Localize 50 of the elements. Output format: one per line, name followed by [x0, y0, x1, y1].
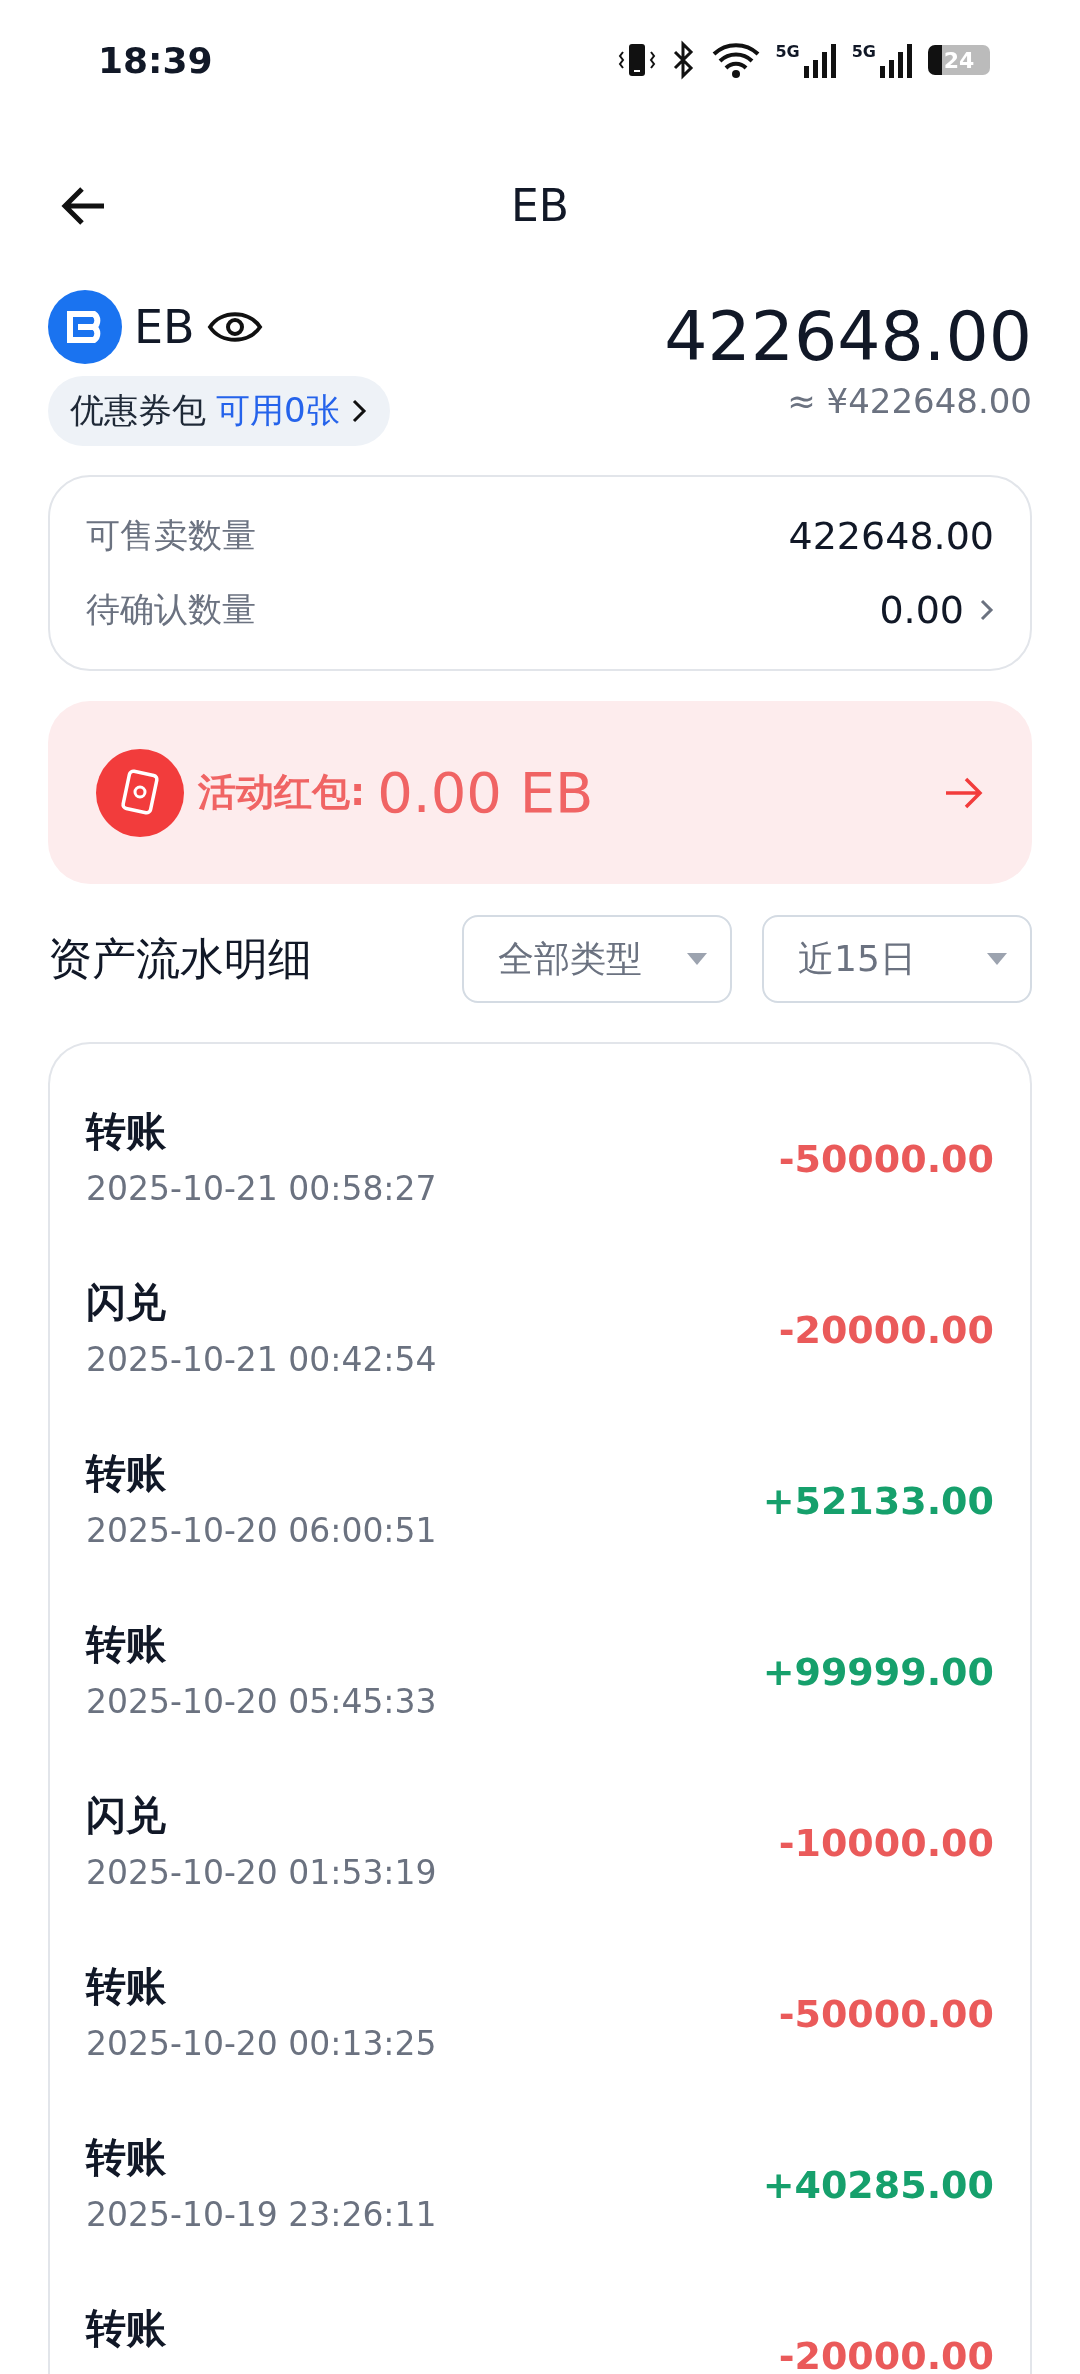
bonus-banner[interactable]: 活动红包: 0.00 EB — [48, 701, 1032, 884]
transaction-amount: -20000.00 — [778, 2333, 994, 2374]
transaction-time: 2025-10-19 23:26:11 — [86, 2194, 437, 2234]
transaction-type: 转账 — [86, 2132, 167, 2182]
quantity-value: 0.00 — [879, 588, 964, 632]
transaction-type: 闪兑 — [86, 1790, 167, 1840]
signal-icon — [878, 42, 914, 78]
transaction-amount: -10000.00 — [778, 1820, 994, 1865]
transaction-amount: -20000.00 — [778, 1307, 994, 1352]
bonus-amount: 0.00 EB — [377, 760, 595, 825]
transaction-amount: +99999.00 — [762, 1649, 994, 1694]
envelope-icon — [96, 748, 184, 837]
caret-down-icon — [686, 952, 708, 966]
coin-logo-icon — [48, 290, 122, 364]
battery-indicator: 24 — [928, 45, 990, 75]
status-time: 18:39 — [98, 39, 213, 81]
transaction-amount: +52133.00 — [762, 1478, 994, 1523]
wifi-icon — [711, 40, 762, 80]
transaction-time: 2025-10-21 00:58:27 — [86, 1168, 437, 1208]
coin-symbol: EB — [134, 300, 195, 354]
transaction-time: 2025-10-20 06:00:51 — [86, 1510, 437, 1550]
transaction-time: 2025-10-20 01:53:19 — [86, 1852, 437, 1892]
transaction-type: 转账 — [86, 2303, 166, 2353]
transaction-type: 转账 — [86, 1448, 167, 1498]
signal-icon — [801, 42, 838, 78]
coupon-button[interactable]: 优惠券包 可用0张 — [48, 376, 390, 446]
bonus-label: 活动红包: — [198, 769, 366, 816]
section-title: 资产流水明细 — [48, 931, 313, 986]
transaction-type: 闪兑 — [86, 1277, 167, 1327]
filter-dropdown[interactable]: 近15日 — [762, 915, 1032, 1003]
quantity-label: 可售卖数量 — [86, 514, 256, 557]
balance-amount: 422648.00 — [664, 300, 1032, 375]
transaction-amount: -50000.00 — [778, 1991, 994, 2036]
transaction-type: 转账 — [86, 1619, 167, 1669]
page-title: EB — [511, 179, 569, 231]
chevron-right-icon[interactable] — [980, 598, 994, 622]
transaction-time: 2025-10-20 00:13:25 — [86, 2023, 437, 2063]
fiat-value: ≈ ¥422648.00 — [787, 380, 1032, 421]
filter-dropdown[interactable]: 全部类型 — [462, 915, 732, 1003]
quantity-label: 待确认数量 — [86, 588, 256, 631]
transaction-time: 2025-10-21 00:42:54 — [86, 1339, 437, 1379]
network-label: 5G — [775, 42, 800, 61]
transaction-time: 2025-10-20 05:45:33 — [86, 1681, 437, 1721]
network-label: 5G — [851, 42, 876, 61]
transaction-type: 转账 — [86, 1961, 167, 2011]
transaction-type: 转账 — [86, 1106, 167, 1156]
transaction-amount: -50000.00 — [778, 1136, 994, 1181]
transaction-amount: +40285.00 — [762, 2162, 994, 2207]
caret-down-icon — [986, 952, 1008, 966]
quantity-value: 422648.00 — [788, 514, 994, 558]
